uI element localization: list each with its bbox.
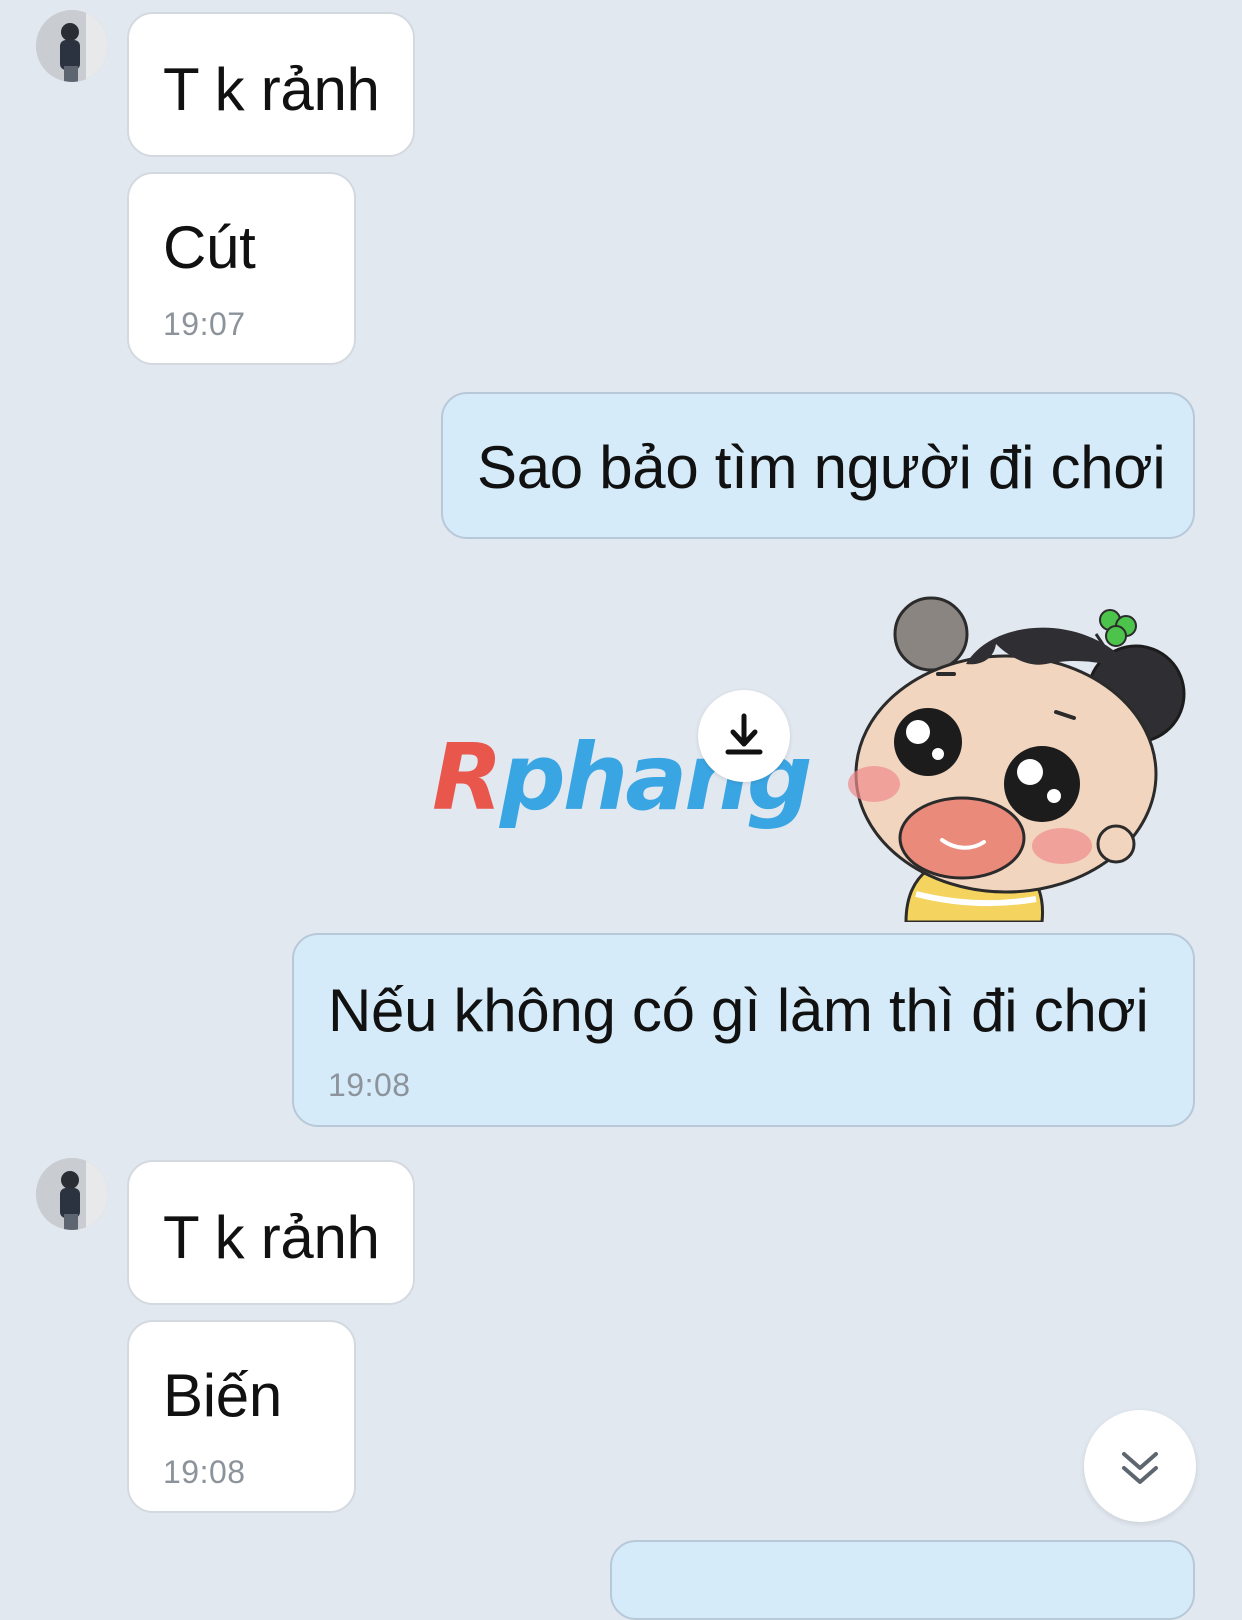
message-text: Cút	[163, 214, 256, 281]
contact-avatar[interactable]	[36, 10, 108, 82]
message-text: T k rảnh	[163, 56, 380, 123]
message-bubble-incoming[interactable]: T k rảnh	[127, 1160, 415, 1305]
download-icon	[725, 713, 763, 755]
message-bubble-incoming[interactable]: T k rảnh	[127, 12, 415, 157]
avatar-photo-icon	[36, 1158, 108, 1230]
message-text: Sao bảo tìm người đi chơi	[477, 434, 1166, 501]
message-bubble-outgoing[interactable]: Nếu không có gì làm thì đi chơi 19:08	[292, 933, 1195, 1127]
contact-avatar[interactable]	[36, 1158, 108, 1230]
sticker-message[interactable]	[846, 594, 1191, 924]
avatar-photo-icon	[36, 10, 108, 82]
download-button[interactable]	[698, 690, 790, 782]
message-bubble-outgoing-partial[interactable]	[610, 1540, 1195, 1620]
crying-girl-sticker-icon	[848, 596, 1186, 924]
message-timestamp: 19:08	[163, 1454, 246, 1490]
message-text: Nếu không có gì làm thì đi chơi	[328, 977, 1149, 1044]
chat-thread: T k rảnh Cút 19:07 Sao bảo tìm người đi …	[0, 0, 1242, 1620]
message-bubble-incoming[interactable]: Biến 19:08	[127, 1320, 356, 1513]
message-bubble-outgoing[interactable]: Sao bảo tìm người đi chơi	[441, 392, 1195, 539]
scroll-to-bottom-button[interactable]	[1084, 1410, 1196, 1522]
message-text: Biến	[163, 1362, 282, 1429]
message-text: T k rảnh	[163, 1204, 380, 1271]
message-timestamp: 19:08	[328, 1067, 411, 1103]
message-bubble-incoming[interactable]: Cút 19:07	[127, 172, 356, 365]
message-timestamp: 19:07	[163, 306, 246, 342]
double-chevron-down-icon	[1122, 1452, 1158, 1484]
